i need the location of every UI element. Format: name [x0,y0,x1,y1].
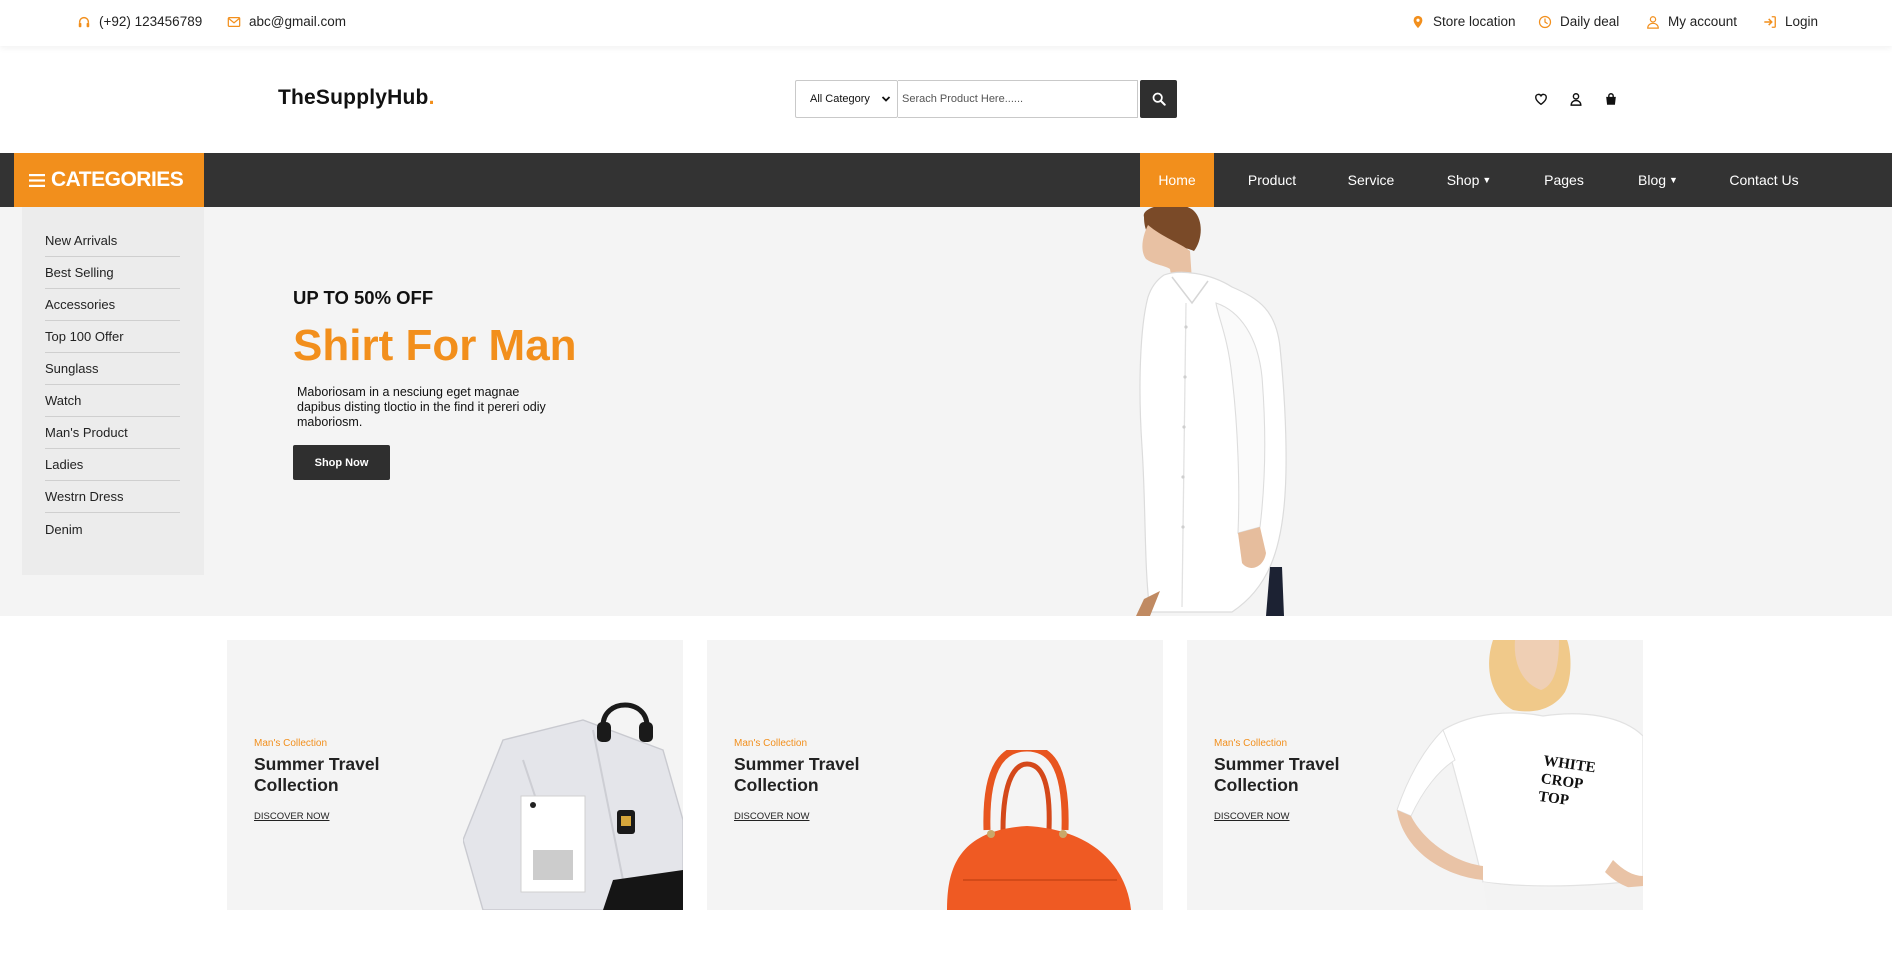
sidebar-item-ladies[interactable]: Ladies [45,449,180,481]
site-header: TheSupplyHub. All Category [0,46,1892,153]
heart-icon [1535,93,1547,106]
orange-handbag-image [947,750,1131,910]
discover-now-link[interactable]: DISCOVER NOW [734,811,809,822]
shirt-accessories-image [463,702,683,910]
hero-model-image [1136,207,1287,616]
logo-dot: . [428,86,435,109]
wishlist-button[interactable] [1530,88,1552,110]
clock-icon [1538,15,1552,28]
card-tag: Man's Collection [734,738,808,749]
sign-in-icon [1764,15,1776,28]
nav-service[interactable]: Service [1328,153,1414,207]
login-link[interactable]: Login [1763,14,1818,29]
user-icon [1570,93,1582,106]
hero-subtitle: UP TO 50% OFF [293,287,434,308]
caret-down-icon: ▼ [1482,175,1492,185]
card-title: Summer Travel Collection [254,754,380,795]
collection-card-1[interactable]: Man's Collection Summer Travel Collectio… [227,640,683,910]
hamburger-icon [29,173,45,187]
sidebar-item-sunglass[interactable]: Sunglass [45,353,180,385]
nav-blog[interactable]: Blog ▼ [1618,153,1698,207]
category-select[interactable]: All Category [795,80,898,118]
nav-service-label: Service [1347,172,1395,188]
discover-now-link[interactable]: DISCOVER NOW [1214,811,1289,822]
card-title: Summer Travel Collection [1214,754,1340,795]
categories-label: CATEGORIES [51,168,184,191]
top-bar: (+92) 123456789 abc@gmail.com Store loca… [0,0,1892,46]
nav-pages[interactable]: Pages [1524,153,1604,207]
email-contact[interactable]: abc@gmail.com [227,14,346,29]
my-account-label: My account [1668,14,1738,29]
logo-text: TheSupplyHub [278,86,429,109]
nav-contact[interactable]: Contact Us [1716,153,1812,207]
nav-blog-label: Blog [1638,172,1667,188]
phone-text: (+92) 123456789 [99,14,203,29]
sidebar-item-accessories[interactable]: Accessories [45,289,180,321]
sidebar-item-denim[interactable]: Denim [45,513,180,545]
categories-button[interactable]: CATEGORIES [14,153,204,207]
sidebar-item-mans-product[interactable]: Man's Product [45,417,180,449]
collection-card-2[interactable]: Man's Collection Summer Travel Collectio… [707,640,1163,910]
search-button[interactable] [1140,80,1177,118]
phone-contact[interactable]: (+92) 123456789 [77,14,202,29]
search-input[interactable] [898,80,1138,118]
nav-shop-label: Shop [1446,172,1480,188]
account-button[interactable] [1565,88,1587,110]
card-tag: Man's Collection [254,738,328,749]
sidebar-item-watch[interactable]: Watch [45,385,180,417]
nav-home-label: Home [1158,172,1196,188]
search-icon [1152,92,1166,106]
nav-home[interactable]: Home [1140,153,1214,207]
email-text: abc@gmail.com [249,14,346,29]
shop-now-button[interactable]: Shop Now [293,445,390,480]
map-pin-icon [1413,15,1423,28]
headphones-icon [78,16,90,27]
nav-product[interactable]: Product [1218,153,1326,207]
envelope-icon [227,16,241,27]
category-sidebar: New Arrivals Best Selling Accessories To… [22,207,204,575]
nav-shop[interactable]: Shop ▼ [1428,153,1510,207]
user-icon [1647,15,1659,29]
sidebar-item-new-arrivals[interactable]: New Arrivals [45,225,180,257]
site-logo[interactable]: TheSupplyHub. [278,86,435,110]
hero-title: Shirt For Man [293,321,577,370]
nav-contact-label: Contact Us [1729,172,1799,188]
my-account-link[interactable]: My account [1646,14,1737,29]
discover-now-link[interactable]: DISCOVER NOW [254,811,329,822]
login-label: Login [1785,14,1819,29]
category-select-value: All Category [810,93,870,105]
cart-button[interactable] [1600,88,1622,110]
hero-banner: New Arrivals Best Selling Accessories To… [0,207,1892,616]
card-title: Summer Travel Collection [734,754,860,795]
nav-product-label: Product [1247,172,1297,188]
card-tag: Man's Collection [1214,738,1288,749]
store-location-label: Store location [1433,14,1516,29]
store-location-link[interactable]: Store location [1411,14,1516,29]
main-nav: CATEGORIES Home Product Service Shop ▼ Pa… [0,153,1892,207]
collection-card-3[interactable]: WHITE CROP TOP Man's Collection Summer T… [1187,640,1643,910]
sidebar-item-best-selling[interactable]: Best Selling [45,257,180,289]
caret-down-icon: ▼ [1669,175,1678,185]
daily-deal-link[interactable]: Daily deal [1538,14,1619,29]
sidebar-item-top-100-offer[interactable]: Top 100 Offer [45,321,180,353]
white-crop-top-model-image: WHITE CROP TOP [1396,640,1643,910]
nav-pages-label: Pages [1544,172,1584,188]
chevron-down-icon [881,96,891,102]
sidebar-item-westrn-dress[interactable]: Westrn Dress [45,481,180,513]
daily-deal-label: Daily deal [1560,14,1620,29]
shopping-bag-icon [1606,93,1616,105]
search-bar: All Category [795,80,1177,118]
hero-description: Maboriosam in a nesciung eget magnae dap… [297,385,546,429]
